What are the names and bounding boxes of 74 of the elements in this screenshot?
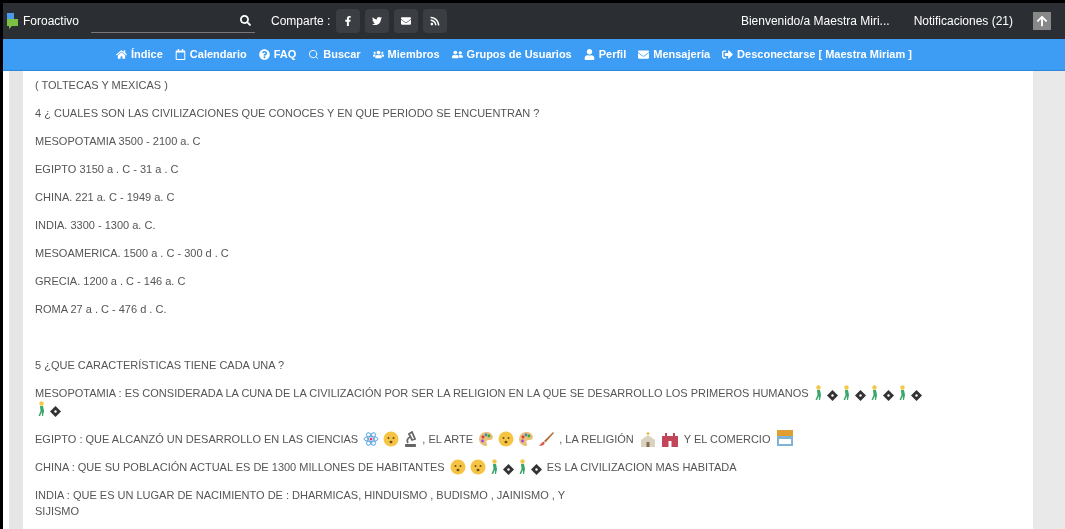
paintbrush-icon	[538, 431, 555, 447]
share-button[interactable]	[394, 9, 419, 33]
nav-link[interactable]: Índice	[116, 46, 163, 63]
logout-icon	[722, 49, 734, 60]
diamond-question-icon	[910, 390, 922, 401]
post-paragraph: EGIPTO 3150 a . C - 31 a . C	[35, 162, 180, 177]
search-icon	[240, 15, 251, 26]
scroll-top-button[interactable]	[1033, 12, 1051, 30]
post-paragraph: MESOPOTAMIA 3500 - 2100 a. C	[35, 134, 202, 149]
nav-link[interactable]: Calendario	[174, 46, 247, 63]
temple-icon	[660, 431, 679, 447]
diamond-question-icon	[826, 390, 838, 401]
diamond-question-icon	[854, 390, 866, 401]
walking-person-icon	[869, 385, 879, 401]
nav-link[interactable]: Desconectarse [ Maestra Miriam ]	[722, 46, 912, 63]
welcome-link[interactable]: Bienvenido/a Maestra Miri...	[740, 12, 890, 30]
walking-person-icon	[897, 385, 907, 401]
share-button[interactable]	[423, 9, 448, 33]
post-paragraph: GRECIA. 1200 a . C - 146 a. C	[35, 274, 187, 289]
palette-icon	[518, 431, 535, 447]
nav-link[interactable]: Buscar	[308, 46, 361, 63]
share-button[interactable]	[365, 9, 390, 33]
twitter-icon	[372, 16, 383, 26]
share-label: Comparte :	[271, 13, 331, 30]
face-icon	[449, 459, 466, 475]
calendar-icon	[174, 49, 186, 60]
post-paragraph: EGIPTO : QUE ALCANZÓ UN DESARROLLO EN LAS CIENCIAS , EL ARTE , LA RELIGIÓN Y EL COMERCIO	[35, 429, 1033, 447]
user-icon	[583, 49, 595, 60]
post-paragraph: ( TOLTECAS Y MEXICAS )	[35, 78, 169, 93]
post-paragraph: 4 ¿ CUALES SON LAS CIVILIZACIONES QUE CONOCES Y EN QUE PERIODO SE ENCUENTRAN ?	[35, 106, 541, 121]
help-icon	[258, 49, 270, 60]
post-paragraph: 5 ¿QUE CARACTERÍSTICAS TIENE CADA UNA ?	[35, 358, 286, 373]
palette-icon	[478, 431, 495, 447]
rss-icon	[430, 16, 441, 26]
nav-link[interactable]: Grupos de Usuarios	[451, 46, 572, 63]
walking-person-icon	[37, 401, 46, 417]
diamond-question-icon	[502, 464, 514, 475]
diamond-question-icon	[530, 464, 542, 475]
nav-link[interactable]: Miembros	[372, 46, 440, 63]
notifications-link[interactable]: Notificaciones (21)	[913, 12, 1013, 30]
shop-icon	[775, 429, 794, 447]
mail-icon	[638, 49, 650, 60]
post-paragraph: CHINA. 221 a. C - 1949 a. C	[35, 190, 176, 205]
brand-name: Foroactivo	[23, 13, 80, 30]
facebook-icon	[343, 16, 354, 26]
diamond-question-icon	[50, 406, 61, 417]
post-paragraph: INDIA. 3300 - 1300 a. C.	[35, 218, 157, 233]
atom-icon	[363, 431, 380, 447]
face-icon	[498, 431, 515, 447]
post-paragraph: ROMA 27 a . C - 476 d . C.	[35, 302, 168, 317]
post-paragraph: MESOAMERICA. 1500 a . C - 300 d . C	[35, 246, 230, 261]
search-icon	[308, 49, 320, 60]
face-icon	[469, 459, 486, 475]
walking-person-icon	[813, 385, 823, 401]
diamond-question-icon	[882, 390, 894, 401]
nav-link[interactable]: Mensajería	[638, 46, 711, 63]
post-paragraph: MESOPOTAMIA : ES CONSIDERADA LA CUNA DE LA CIVILIZACIÓN POR SER LA RELIGION EN LA QUE SE DESARROLLO LOS PRIMEROS HUMANOS	[35, 385, 1033, 417]
nav-link[interactable]: Perfil	[583, 46, 627, 63]
church-icon	[638, 431, 657, 447]
post-paragraph: CHINA : QUE SU POBLACIÓN ACTUAL ES DE 1300 MILLONES DE HABITANTES ES LA CIVILIZACION MAS HABITADA	[35, 459, 738, 475]
nav-link[interactable]: FAQ	[258, 46, 297, 63]
face-icon	[383, 431, 400, 447]
share-button[interactable]	[336, 9, 361, 33]
home-icon	[116, 49, 128, 60]
walking-person-icon	[489, 459, 499, 475]
arrow-up-icon	[1036, 15, 1048, 27]
logo-icon	[7, 13, 19, 29]
post-paragraph: INDIA : QUE ES UN LUGAR DE NACIMIENTO DE : DHARMICAS, HINDUISMO , BUDISMO , JAINISMO , Y SIJISMO	[35, 488, 567, 519]
group-icon	[451, 49, 463, 60]
members-icon	[372, 49, 384, 60]
mail-icon	[401, 16, 412, 26]
microscope-icon	[403, 431, 418, 447]
walking-person-icon	[841, 385, 851, 401]
walking-person-icon	[517, 459, 527, 475]
